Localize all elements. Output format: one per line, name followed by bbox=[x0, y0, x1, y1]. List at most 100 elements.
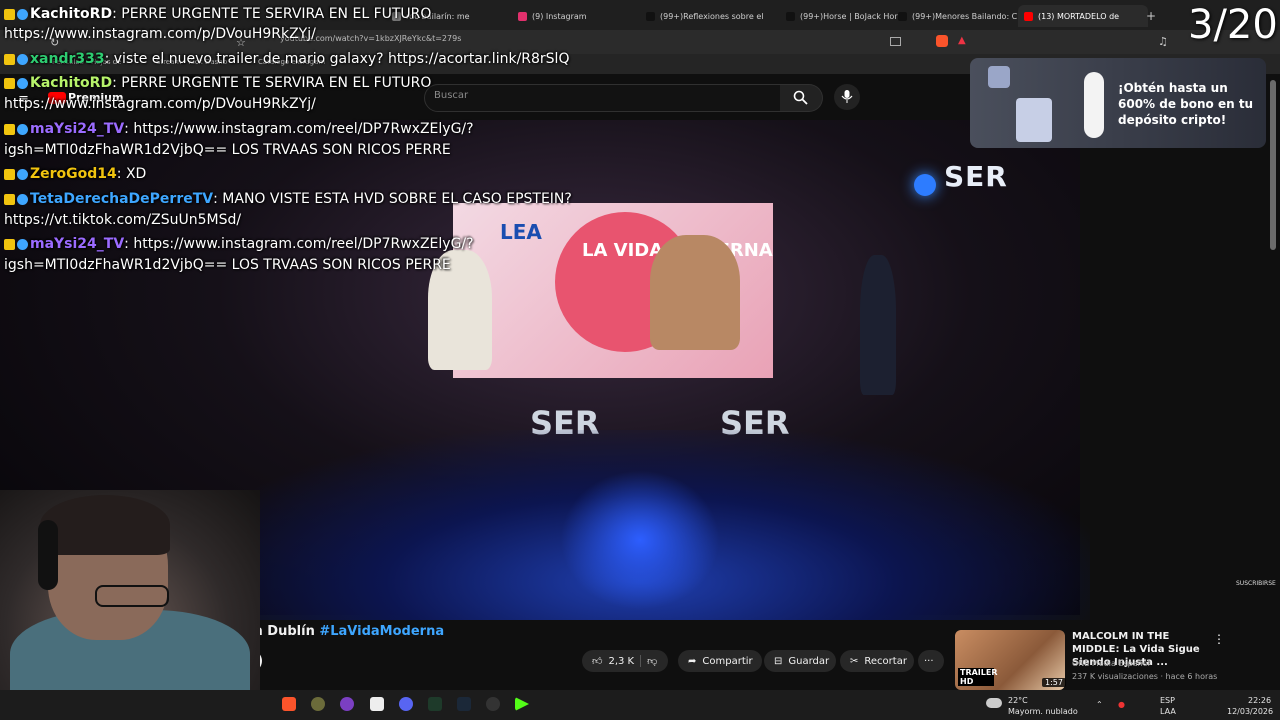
crowd-highlight bbox=[560, 470, 720, 610]
crown-badge-icon bbox=[4, 123, 15, 135]
chat-text: https://www.instagram.com/reel/DP7RwxZEl… bbox=[133, 236, 474, 252]
chat-username[interactable]: ZeroGod14 bbox=[30, 166, 117, 182]
more-actions-button[interactable]: ··· bbox=[918, 650, 944, 672]
more-icon: ··· bbox=[924, 655, 934, 667]
clip-label: Recortar bbox=[864, 655, 907, 667]
webcam-hair bbox=[40, 495, 170, 555]
chat-text: https://vt.tiktok.com/ZSuUn5MSd/ bbox=[4, 212, 242, 228]
screen-share-icon[interactable] bbox=[890, 37, 901, 46]
duration-badge: 1:57 bbox=[1042, 678, 1066, 687]
tray-expand-icon[interactable]: ⌃ bbox=[1096, 700, 1103, 709]
thumbs-up-icon[interactable]: 👍︎ bbox=[592, 655, 602, 667]
chat-text: igsh=MTI0dzFhaWR1d2VjbQ== LOS TRVAAS SON… bbox=[4, 257, 451, 273]
save-button[interactable]: ⊟ Guardar bbox=[764, 650, 836, 672]
chat-username[interactable]: KachitoRD bbox=[30, 75, 112, 91]
clock-date[interactable]: 12/03/2026 bbox=[1227, 707, 1273, 716]
sub-badge-icon bbox=[17, 168, 28, 180]
search-placeholder: Buscar bbox=[434, 90, 469, 101]
ser-logo-dot bbox=[914, 174, 936, 196]
chat-text: viste el nuevo trailer de mario galaxy? … bbox=[113, 51, 570, 67]
terminal-icon[interactable] bbox=[428, 697, 442, 711]
file-icon[interactable] bbox=[370, 697, 384, 711]
subscribe-watermark[interactable]: SUSCRIBIRSE bbox=[1236, 580, 1276, 587]
trailer-badge: TRAILER HD bbox=[958, 668, 998, 686]
rewards-icon[interactable]: ▲ bbox=[958, 35, 966, 46]
clip-button[interactable]: ✂ Recortar bbox=[840, 650, 914, 672]
page-scrollbar[interactable] bbox=[1270, 80, 1276, 250]
language-bottom[interactable]: LAA bbox=[1160, 707, 1176, 716]
like-count: 2,3 K bbox=[608, 655, 635, 667]
chat-username[interactable]: maYsi24_TV bbox=[30, 236, 124, 252]
share-icon: ➦ bbox=[688, 655, 697, 667]
weather-desc[interactable]: Mayorm. nublado bbox=[1008, 707, 1078, 716]
tab-label: (13) MORTADELO de bbox=[1038, 11, 1120, 21]
gift-icon bbox=[988, 66, 1010, 88]
chat-separator: : bbox=[112, 6, 122, 22]
tab-label: (99+)Reflexiones sobre el bbox=[660, 11, 764, 21]
weather-temp[interactable]: 22°C bbox=[1008, 696, 1028, 705]
chat-username[interactable]: maYsi24_TV bbox=[30, 121, 124, 137]
chat-message: https://vt.tiktok.com/ZSuUn5MSd/ bbox=[4, 212, 241, 228]
tab-favicon-icon bbox=[646, 11, 655, 21]
chat-message: KachitoRD: PERRE URGENTE TE SERVIRA EN E… bbox=[4, 75, 431, 91]
chat-username[interactable]: KachitoRD bbox=[30, 6, 112, 22]
share-label: Compartir bbox=[702, 655, 753, 667]
media-icon[interactable]: ♫ bbox=[1158, 35, 1168, 48]
chat-message: ZeroGod14: XD bbox=[4, 166, 146, 182]
chat-text: MANO VISTE ESTA HVD SOBRE EL CASO EPSTEI… bbox=[222, 191, 572, 207]
like-dislike-button[interactable]: 👍︎ 2,3 K 👎︎ bbox=[582, 650, 668, 672]
ad-controls[interactable] bbox=[1084, 72, 1104, 138]
steam-icon[interactable] bbox=[457, 697, 471, 711]
sub-badge-icon bbox=[17, 8, 28, 20]
voice-search-button[interactable] bbox=[834, 84, 860, 110]
search-icon bbox=[793, 90, 808, 105]
tab-label: (99+)Horse | BoJack Horse bbox=[800, 11, 898, 21]
browser-tab[interactable]: (99+)Horse | BoJack Horse bbox=[780, 5, 898, 27]
sub-badge-icon bbox=[17, 238, 28, 250]
clock-time[interactable]: 22:26 bbox=[1248, 696, 1271, 705]
gift-icon bbox=[1016, 98, 1052, 142]
chat-message: xandr333: viste el nuevo trailer de mari… bbox=[4, 51, 569, 67]
chat-username[interactable]: TetaDerechaDePerreTV bbox=[30, 191, 213, 207]
browser-tab[interactable]: (13) MORTADELO de bbox=[1018, 5, 1148, 27]
discord-icon[interactable] bbox=[399, 697, 413, 711]
brave-icon[interactable] bbox=[282, 697, 296, 711]
brave-shield-icon[interactable] bbox=[936, 35, 948, 47]
search-input[interactable] bbox=[424, 84, 782, 112]
sub-badge-icon bbox=[17, 123, 28, 135]
browser-tab[interactable]: (9) Instagram bbox=[512, 5, 646, 27]
obs-icon[interactable] bbox=[311, 697, 325, 711]
chat-separator: : bbox=[104, 51, 114, 67]
weather-cloud-icon bbox=[986, 698, 1002, 708]
chat-message: igsh=MTI0dzFhaWR1d2VjbQ== LOS TRVAAS SON… bbox=[4, 142, 451, 158]
new-tab-button[interactable]: + bbox=[1146, 9, 1156, 23]
recommendation-channel[interactable]: ONE Media Español bbox=[1072, 659, 1150, 668]
headset-icon bbox=[38, 520, 58, 590]
kebab-menu-icon[interactable]: ⋮ bbox=[1213, 632, 1225, 646]
chat-separator: : bbox=[116, 166, 126, 182]
sub-badge-icon bbox=[17, 53, 28, 65]
crown-badge-icon bbox=[4, 168, 15, 180]
settings-icon[interactable] bbox=[486, 697, 500, 711]
language-top[interactable]: ESP bbox=[1160, 696, 1175, 705]
tab-favicon-icon bbox=[898, 11, 907, 21]
ad-text: ¡Obtén hasta un 600% de bono en tu depós… bbox=[1118, 81, 1254, 127]
crown-badge-icon bbox=[4, 193, 15, 205]
crown-badge-icon bbox=[4, 77, 15, 89]
crown-badge-icon bbox=[4, 53, 15, 65]
chat-separator: : bbox=[112, 75, 122, 91]
save-icon: ⊟ bbox=[774, 655, 783, 667]
chat-message: https://www.instagram.com/p/DVouH9RkZYj/ bbox=[4, 26, 316, 42]
search-button[interactable] bbox=[780, 84, 823, 112]
sub-badge-icon bbox=[17, 77, 28, 89]
app-icon[interactable] bbox=[340, 697, 354, 711]
hashtag-link[interactable]: #LaVidaModerna bbox=[319, 624, 444, 639]
tray-app-icon[interactable]: ● bbox=[1118, 700, 1125, 709]
tab-label: (99+)Menores Bailando: C bbox=[912, 11, 1018, 21]
microphone-icon bbox=[841, 90, 853, 103]
browser-tab[interactable]: (99+)Reflexiones sobre el bbox=[640, 5, 786, 27]
thumbs-down-icon[interactable]: 👎︎ bbox=[640, 655, 657, 667]
chat-username[interactable]: xandr333 bbox=[30, 51, 105, 67]
browser-tab[interactable]: (99+)Menores Bailando: C bbox=[892, 5, 1022, 27]
share-button[interactable]: ➦ Compartir bbox=[678, 650, 762, 672]
